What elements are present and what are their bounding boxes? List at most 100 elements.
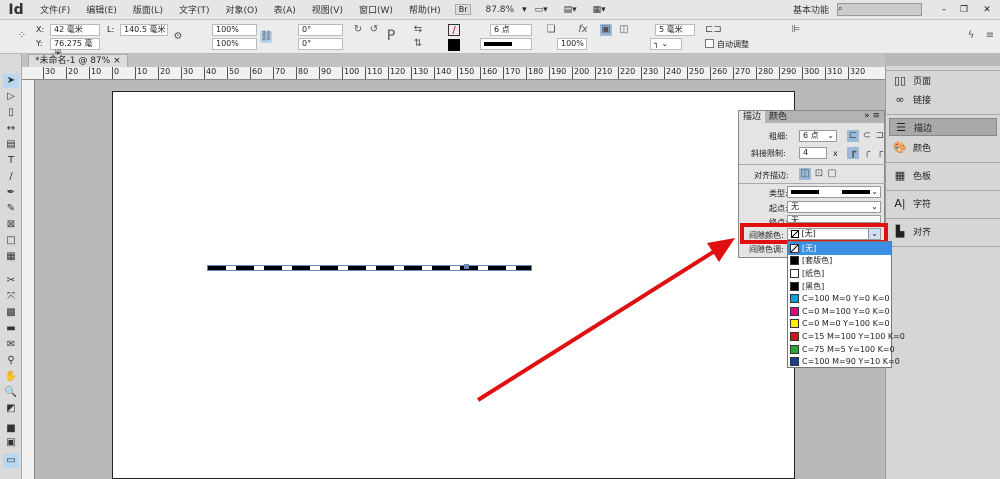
- menu-object[interactable]: 对象(O): [226, 3, 258, 16]
- document-page[interactable]: [112, 91, 795, 479]
- menu-window[interactable]: 窗口(W): [359, 3, 393, 16]
- dropdown-option[interactable]: [套版色]: [788, 255, 891, 268]
- link-proportions-icon[interactable]: ⛓: [260, 31, 273, 43]
- cap-butt-icon[interactable]: ⊏: [847, 130, 859, 142]
- menu-type[interactable]: 文字(T): [179, 3, 210, 16]
- normal-mode-icon[interactable]: ▣: [3, 436, 19, 450]
- rotate-cw-icon[interactable]: ↻: [352, 24, 364, 36]
- menu-view[interactable]: 视图(V): [312, 3, 343, 16]
- auto-fit-checkbox[interactable]: [705, 39, 714, 48]
- close-button[interactable]: ✕: [974, 5, 1000, 15]
- direct-selection-tool-icon[interactable]: ▷: [3, 90, 19, 104]
- page-tool-icon[interactable]: ▯: [3, 106, 19, 120]
- opacity-field[interactable]: 100%: [557, 38, 587, 50]
- tab-color[interactable]: 颜色: [765, 111, 791, 123]
- close-tab-icon[interactable]: ×: [113, 56, 121, 66]
- menu-file[interactable]: 文件(F): [40, 3, 70, 16]
- panel-menu-icon[interactable]: ≡: [984, 30, 996, 42]
- stroke-type-select[interactable]: [480, 38, 532, 50]
- free-transform-tool-icon[interactable]: ⤧: [3, 290, 19, 304]
- panel-menu-icon[interactable]: » ≡: [864, 111, 884, 123]
- corner-select[interactable]: ┐ ⌄: [650, 38, 682, 50]
- stroke-swatch-icon[interactable]: [448, 39, 460, 51]
- lightning-icon[interactable]: ϟ: [965, 30, 977, 42]
- dropdown-option[interactable]: C=0 M=0 Y=100 K=0: [788, 318, 891, 331]
- type-select[interactable]: ⌄: [787, 186, 881, 198]
- cap-square-icon[interactable]: ⊐: [874, 130, 886, 142]
- panel-swatches[interactable]: ▦ 色板: [889, 166, 997, 184]
- dropdown-option[interactable]: [黑色]: [788, 280, 891, 293]
- line-center-handle[interactable]: [464, 264, 469, 269]
- pen-tool-icon[interactable]: ✒: [3, 186, 19, 200]
- screen-mode-icon[interactable]: ▤▾: [564, 5, 577, 15]
- content-collector-icon[interactable]: ▤: [3, 138, 19, 152]
- end-select[interactable]: 无: [787, 215, 881, 223]
- wrap-alt-icon[interactable]: ◫: [618, 24, 630, 36]
- dropdown-option[interactable]: C=0 M=100 Y=0 K=0: [788, 305, 891, 318]
- restore-button[interactable]: ❐: [954, 5, 974, 15]
- panel-stroke[interactable]: ☰ 描边: [889, 118, 997, 136]
- view-options-icon[interactable]: ▭▾: [535, 5, 548, 15]
- table-tool-icon[interactable]: ▦: [3, 250, 19, 264]
- pencil-tool-icon[interactable]: ✎: [3, 202, 19, 216]
- dropdown-option[interactable]: [纸色]: [788, 267, 891, 280]
- join-miter-icon[interactable]: ┏: [847, 147, 859, 159]
- align-center-icon[interactable]: ◫: [799, 168, 811, 180]
- rectangle-frame-tool-icon[interactable]: ⊠: [3, 218, 19, 232]
- length-field[interactable]: 140.5 毫米: [120, 24, 168, 36]
- document-tab[interactable]: *未命名-1 @ 87% ×: [28, 54, 128, 67]
- chevron-down-icon[interactable]: ▾: [522, 5, 527, 15]
- wrap-icon[interactable]: ▣: [600, 24, 612, 36]
- offset-field[interactable]: 5 毫米: [655, 24, 695, 36]
- panel-character[interactable]: A| 字符: [889, 194, 997, 212]
- x-field[interactable]: 42 毫米: [50, 24, 100, 36]
- scissors-tool-icon[interactable]: ✂: [3, 274, 19, 288]
- note-tool-icon[interactable]: ✉: [3, 338, 19, 352]
- dropdown-option[interactable]: C=100 M=0 Y=0 K=0: [788, 292, 891, 305]
- cap-round-icon[interactable]: ⊂: [861, 130, 873, 142]
- join-bevel-icon[interactable]: ┌: [874, 147, 886, 159]
- apply-color-icon[interactable]: ■: [3, 422, 19, 436]
- menu-table[interactable]: 表(A): [274, 3, 296, 16]
- tab-stroke[interactable]: 描边: [739, 111, 766, 123]
- fit-icons[interactable]: ⊏⊐: [705, 24, 722, 36]
- gap-tool-icon[interactable]: ↔: [3, 122, 19, 136]
- fill-swatch-icon[interactable]: /: [448, 24, 460, 36]
- scale-y-field[interactable]: 100%: [212, 38, 257, 50]
- zoom-level[interactable]: 87.8%: [485, 5, 514, 15]
- bridge-button[interactable]: Br: [454, 4, 472, 15]
- constrain-icon[interactable]: ⚙: [172, 31, 184, 43]
- flip-v-icon[interactable]: ⇅: [412, 38, 424, 50]
- shear-field[interactable]: 0°: [298, 38, 343, 50]
- type-tool-icon[interactable]: T: [3, 154, 19, 168]
- join-round-icon[interactable]: ╭: [861, 147, 873, 159]
- dropdown-option[interactable]: [无]: [788, 242, 891, 255]
- gap-color-dropdown[interactable]: [无] [套版色] [纸色] [黑色] C=100 M=0 Y=0 K=0 C=0 M=1…: [787, 241, 905, 368]
- selection-tool-icon[interactable]: ➤: [3, 74, 19, 88]
- rectangle-tool-icon[interactable]: □: [3, 234, 19, 248]
- menu-help[interactable]: 帮助(H): [409, 3, 441, 16]
- search-input[interactable]: ⌕: [837, 3, 922, 16]
- dropdown-option[interactable]: C=15 M=100 Y=100 K=0: [788, 330, 905, 343]
- panel-links[interactable]: ∞ 链接: [889, 90, 997, 108]
- panel-pages[interactable]: ▯▯ 页面: [889, 71, 997, 89]
- dashed-line-object[interactable]: [207, 265, 532, 271]
- text-frame-icon[interactable]: P: [385, 29, 397, 43]
- workspace-switcher[interactable]: 基本功能: [793, 3, 829, 16]
- rotate-ccw-icon[interactable]: ↺: [368, 24, 380, 36]
- align-icons[interactable]: ⊫: [790, 24, 802, 36]
- minimize-button[interactable]: –: [934, 5, 954, 15]
- screen-mode-icon[interactable]: ▭: [3, 454, 19, 468]
- dropdown-option[interactable]: C=75 M=5 Y=100 K=0: [788, 343, 895, 356]
- rotate-field[interactable]: 0°: [298, 24, 343, 36]
- shadow-icon[interactable]: ❏: [545, 24, 557, 36]
- y-field[interactable]: 76.275 毫米: [50, 38, 100, 58]
- weight-field[interactable]: 6 点 ⌄: [799, 130, 837, 142]
- line-tool-icon[interactable]: /: [3, 170, 19, 184]
- zoom-tool-icon[interactable]: 🔍: [3, 386, 19, 400]
- fx-icon[interactable]: fx: [577, 24, 589, 36]
- panel-color[interactable]: 🎨 颜色: [889, 138, 997, 156]
- fill-stroke-icon[interactable]: ◩: [3, 402, 19, 416]
- menu-layout[interactable]: 版面(L): [133, 3, 163, 16]
- arrange-icon[interactable]: ▦▾: [593, 5, 606, 15]
